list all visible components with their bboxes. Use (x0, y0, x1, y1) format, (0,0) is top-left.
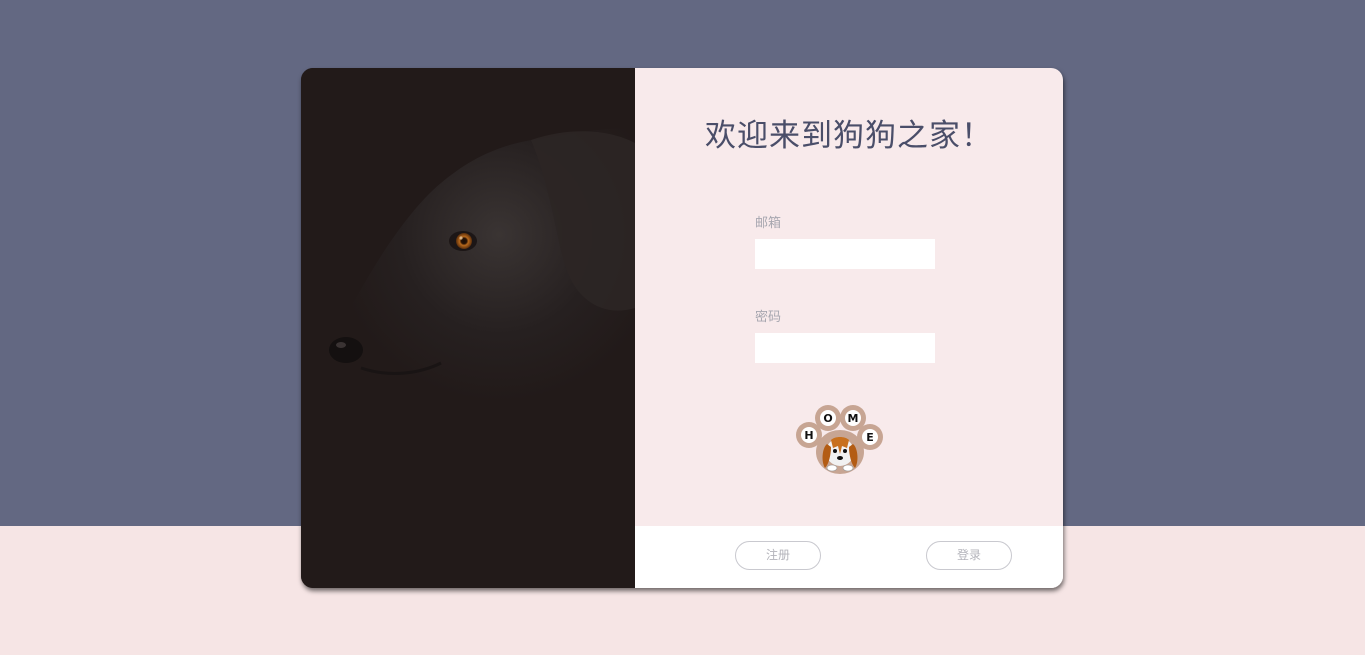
email-label: 邮箱 (755, 216, 782, 231)
password-input[interactable] (755, 333, 935, 363)
black-dog-photo (301, 68, 635, 588)
dog-home-logo: H O M E (796, 405, 883, 474)
logo-letter-h: H (804, 429, 813, 442)
login-card: 欢迎来到狗狗之家！ 邮箱 密码 H O M E 注册 登录 (301, 68, 1063, 588)
action-bar: 注册 登录 (635, 526, 1063, 588)
welcome-title: 欢迎来到狗狗之家！ (705, 118, 993, 154)
login-button[interactable]: 登录 (926, 541, 1012, 570)
logo-letter-o: O (823, 412, 832, 425)
register-button[interactable]: 注册 (735, 541, 821, 570)
logo-letter-e: E (866, 431, 874, 444)
logo-letter-m: M (848, 412, 859, 425)
email-input[interactable] (755, 239, 935, 269)
login-form-panel: 欢迎来到狗狗之家！ 邮箱 密码 H O M E 注册 登录 (635, 68, 1063, 588)
dog-photo-panel (301, 68, 635, 588)
password-label: 密码 (755, 310, 782, 325)
